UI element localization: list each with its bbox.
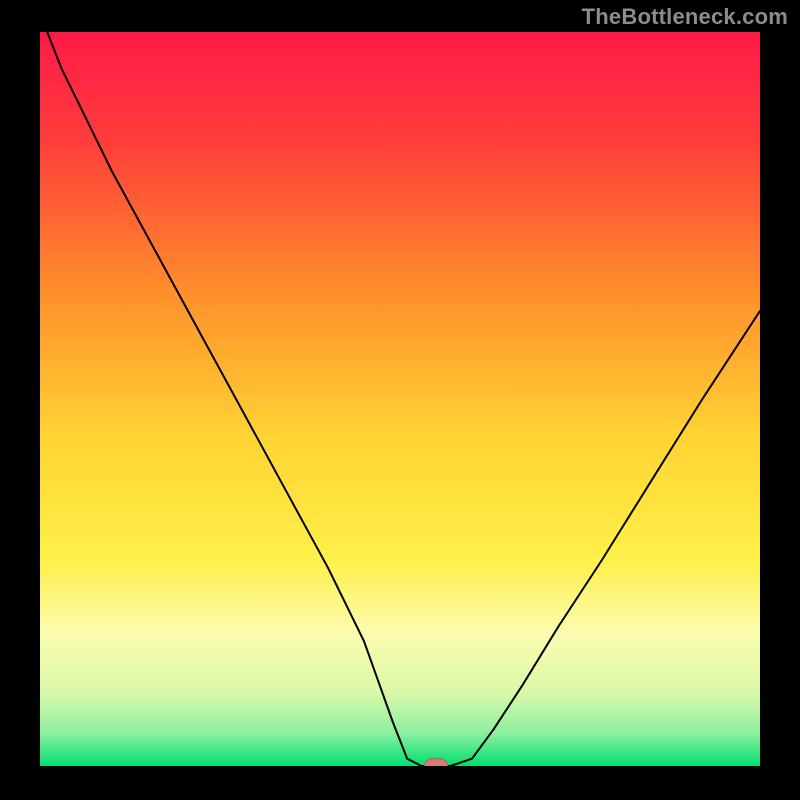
bottleneck-chart [40, 32, 760, 766]
gradient-background [40, 32, 760, 766]
plot-area [40, 32, 760, 766]
optimal-point-marker [425, 759, 448, 766]
attribution-label: TheBottleneck.com [582, 4, 788, 30]
chart-frame: TheBottleneck.com [0, 0, 800, 800]
